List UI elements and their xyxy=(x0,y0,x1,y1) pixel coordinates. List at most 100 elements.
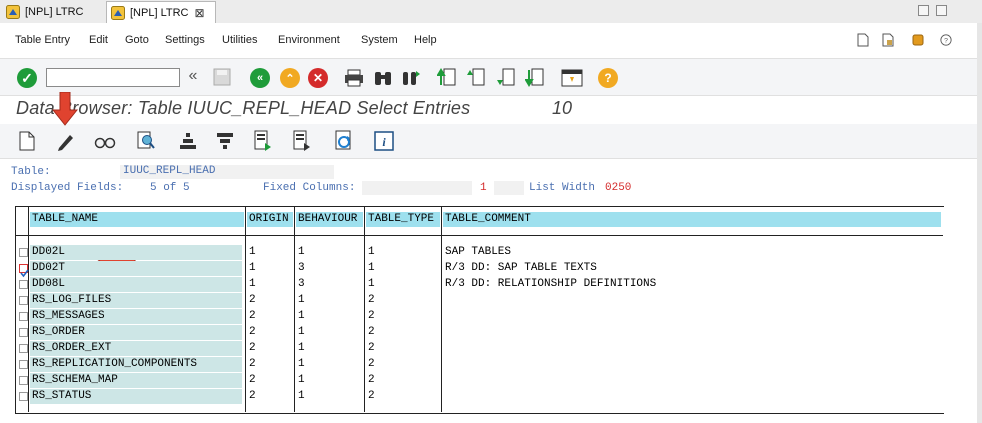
cell-origin: 2 xyxy=(249,294,256,306)
cell-table-name[interactable]: RS_ORDER xyxy=(30,325,242,340)
cell-table-name[interactable]: DD02L xyxy=(30,245,242,260)
change-pencil-icon[interactable] xyxy=(55,131,77,151)
menu-table-entry[interactable]: Table Entry xyxy=(15,34,70,46)
deselect-all-icon[interactable] xyxy=(292,130,312,152)
cell-table-comment xyxy=(443,357,941,372)
tab-label: [NPL] LTRC xyxy=(25,6,84,18)
print-icon[interactable] xyxy=(344,69,364,87)
fixed-columns-value[interactable]: 1 xyxy=(480,182,487,194)
menu-help[interactable]: Help xyxy=(414,34,437,46)
new-session-icon[interactable] xyxy=(857,33,869,47)
row-select-checkbox[interactable] xyxy=(19,360,28,369)
column-header-table-comment[interactable]: TABLE_COMMENT xyxy=(443,212,941,227)
menu-edit[interactable]: Edit xyxy=(89,34,108,46)
minimize-icon[interactable] xyxy=(918,5,929,16)
cell-origin: 2 xyxy=(249,358,256,370)
row-select-checkbox[interactable] xyxy=(19,280,28,289)
refresh-icon[interactable] xyxy=(334,130,354,152)
create-entry-icon[interactable] xyxy=(18,131,36,151)
command-field[interactable] xyxy=(46,68,180,87)
row-select-checkbox[interactable] xyxy=(19,296,28,305)
cell-table-comment: SAP TABLES xyxy=(445,246,512,258)
help-question-icon[interactable]: ? xyxy=(598,68,618,88)
column-header-table-type[interactable]: TABLE_TYPE xyxy=(366,212,440,227)
last-page-icon[interactable] xyxy=(525,67,545,89)
column-header-table-name[interactable]: TABLE_NAME xyxy=(30,212,244,227)
page-title: Data Browser: Table IUUC_REPL_HEAD Selec… xyxy=(16,98,471,118)
column-divider xyxy=(245,206,246,412)
sap-window-icon xyxy=(111,5,125,20)
row-select-checkbox[interactable] xyxy=(19,264,29,278)
fixed-columns-spacer xyxy=(494,181,524,195)
generate-shortcut-icon[interactable] xyxy=(882,33,894,47)
customize-layout-icon[interactable] xyxy=(912,33,924,47)
menu-settings[interactable]: Settings xyxy=(165,34,205,46)
column-header-origin[interactable]: ORIGIN xyxy=(247,212,293,227)
cell-behaviour: 1 xyxy=(298,390,305,402)
list-width-value: 0250 xyxy=(605,182,632,194)
command-history-icon[interactable]: « xyxy=(183,66,203,86)
sort-ascending-icon[interactable] xyxy=(179,131,197,151)
tab-npl-ltrc-1[interactable]: [NPL] LTRC xyxy=(2,1,102,23)
annotation-arrow-down-icon xyxy=(52,92,78,126)
cell-origin: 2 xyxy=(249,310,256,322)
menu-goto[interactable]: Goto xyxy=(125,34,149,46)
menu-utilities[interactable]: Utilities xyxy=(222,34,257,46)
maximize-icon[interactable] xyxy=(936,5,947,16)
row-select-checkbox[interactable] xyxy=(19,312,28,321)
cell-table-name[interactable]: DD02T xyxy=(30,261,242,276)
table-value: IUUC_REPL_HEAD xyxy=(123,165,216,177)
cell-table-name[interactable]: RS_STATUS xyxy=(30,389,242,404)
save-icon[interactable] xyxy=(213,68,231,86)
cell-table-comment xyxy=(443,341,941,356)
cancel-icon[interactable]: ✕ xyxy=(308,68,328,88)
help-icon[interactable]: ? xyxy=(940,33,952,47)
find-next-icon[interactable] xyxy=(401,69,421,87)
vertical-scrollbar[interactable] xyxy=(977,23,982,423)
find-icon[interactable] xyxy=(373,69,393,87)
enter-check-icon[interactable]: ✓ xyxy=(17,68,37,88)
fixed-columns-label: Fixed Columns: xyxy=(263,182,356,194)
cell-table-name[interactable]: RS_LOG_FILES xyxy=(30,293,242,308)
cell-table-type: 1 xyxy=(368,262,375,274)
row-select-checkbox[interactable] xyxy=(19,328,28,337)
display-glasses-icon[interactable] xyxy=(94,133,116,149)
entry-count: 10 xyxy=(552,98,573,118)
cell-table-comment xyxy=(443,373,941,388)
cell-table-name[interactable]: RS_SCHEMA_MAP xyxy=(30,373,242,388)
cell-table-comment xyxy=(443,389,941,404)
cell-table-type: 2 xyxy=(368,390,375,402)
sort-descending-icon[interactable] xyxy=(216,131,234,151)
cell-table-name[interactable]: RS_REPLICATION_COMPONENTS xyxy=(30,357,242,372)
cell-behaviour: 1 xyxy=(298,374,305,386)
cell-behaviour: 1 xyxy=(298,358,305,370)
cell-table-name[interactable]: RS_ORDER_EXT xyxy=(30,341,242,356)
select-all-icon[interactable] xyxy=(253,130,273,152)
cell-origin: 2 xyxy=(249,374,256,386)
cell-behaviour: 1 xyxy=(298,246,305,258)
back-icon[interactable]: « xyxy=(250,68,270,88)
check-table-icon[interactable] xyxy=(136,130,156,152)
column-header-behaviour[interactable]: BEHAVIOUR xyxy=(296,212,363,227)
close-tab-icon[interactable]: ⊠ xyxy=(194,6,204,20)
cell-table-type: 2 xyxy=(368,310,375,322)
row-select-checkbox[interactable] xyxy=(19,392,28,401)
row-select-checkbox[interactable] xyxy=(19,248,28,257)
cell-table-name[interactable]: DD08L xyxy=(30,277,242,292)
tab-npl-ltrc-2[interactable]: [NPL] LTRC ⊠ xyxy=(106,1,216,23)
cell-table-name[interactable]: RS_MESSAGES xyxy=(30,309,242,324)
table-label: Table: xyxy=(11,166,51,178)
previous-page-icon[interactable] xyxy=(466,67,486,89)
exit-icon[interactable]: ⌃ xyxy=(280,68,300,88)
next-page-icon[interactable] xyxy=(496,67,516,89)
first-page-icon[interactable] xyxy=(437,67,457,89)
displayed-fields-label: Displayed Fields: xyxy=(11,182,124,194)
info-icon[interactable]: i xyxy=(374,131,394,151)
menu-environment[interactable]: Environment xyxy=(278,34,340,46)
create-session-icon[interactable] xyxy=(561,68,583,88)
row-select-checkbox[interactable] xyxy=(19,376,28,385)
cell-table-comment: R/3 DD: SAP TABLE TEXTS xyxy=(445,262,597,274)
menu-system[interactable]: System xyxy=(361,34,398,46)
row-select-checkbox[interactable] xyxy=(19,344,28,353)
list-width-label: List Width xyxy=(529,182,596,194)
